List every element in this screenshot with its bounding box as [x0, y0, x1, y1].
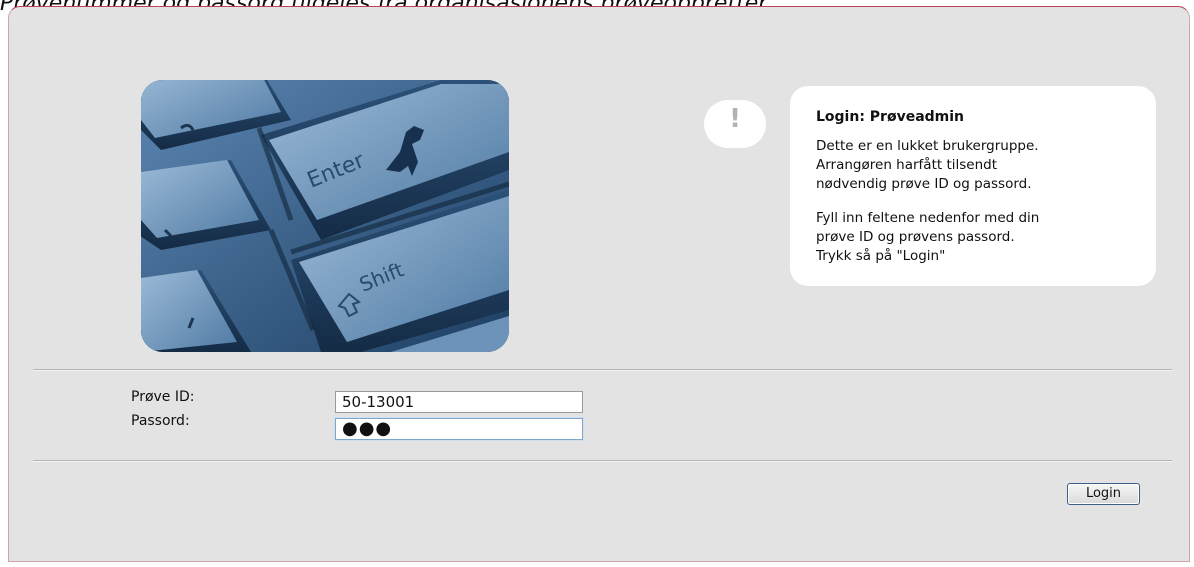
info-text-line: prøve ID og prøvens passord. [816, 229, 1015, 245]
test-id-label: Prøve ID: [131, 389, 195, 405]
info-text-line: Dette er en lukket brukergruppe. [816, 138, 1039, 154]
info-text-line: Fyll inn feltene nedenfor med din [816, 210, 1040, 226]
info-text-line: Arrangøren harfått tilsendt [816, 157, 997, 173]
test-id-input[interactable]: 50-13001 [335, 391, 583, 413]
info-title: Login: Prøveadmin [816, 109, 965, 125]
divider [33, 369, 1172, 371]
login-button[interactable]: Login [1067, 483, 1140, 505]
alert-bubble: ! [704, 100, 766, 148]
exclamation-icon: ! [729, 104, 741, 134]
password-label: Passord: [131, 413, 190, 429]
info-bubble: Login: Prøveadmin Dette er en lukket bru… [790, 86, 1156, 286]
info-text-line: nødvendig prøve ID og passord. [816, 176, 1032, 192]
info-text-line: Trykk så på "Login" [816, 248, 946, 264]
keyboard-photo: Enter Shift [141, 80, 509, 352]
divider [33, 460, 1172, 462]
password-input[interactable]: ●●● [335, 418, 583, 440]
